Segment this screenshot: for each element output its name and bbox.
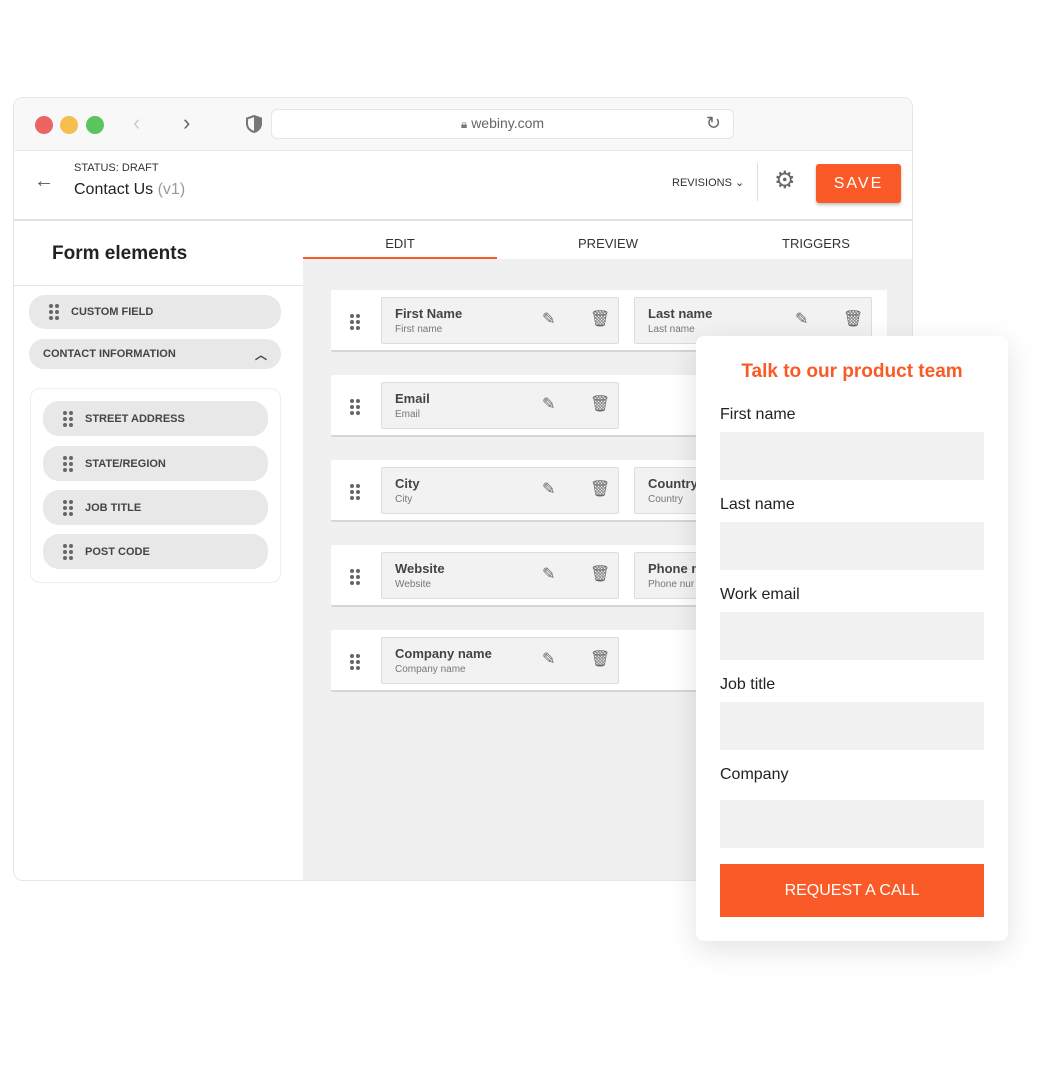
trash-icon[interactable]: 🗑︎ — [843, 309, 863, 329]
pencil-icon[interactable]: ✎ — [542, 564, 555, 584]
preview-field-label: Company — [720, 766, 789, 783]
preview-field-label: Work email — [720, 586, 800, 603]
version-label: (v1) — [157, 181, 186, 198]
preview-field-label: Last name — [720, 496, 795, 513]
page-title: Contact Us (v1) — [74, 181, 185, 199]
drag-handle-icon[interactable] — [350, 569, 360, 585]
gear-icon[interactable]: ⚙ — [774, 166, 796, 195]
field-placeholder: Company name — [395, 664, 466, 675]
preview-title: Talk to our product team — [741, 361, 963, 382]
revisions-label: REVISIONS — [672, 177, 732, 189]
drag-handle-icon[interactable] — [350, 484, 360, 500]
pencil-icon[interactable]: ✎ — [542, 394, 555, 414]
chevron-up-icon: ︿ — [254, 347, 267, 362]
field-label: Company name — [395, 646, 492, 661]
preview-field-label: Job title — [720, 676, 776, 693]
pencil-icon[interactable]: ✎ — [542, 479, 555, 499]
custom-field-item[interactable]: CUSTOM FIELD — [29, 295, 281, 329]
preview-field-label: First name — [720, 406, 796, 423]
preview-field-input[interactable] — [720, 522, 984, 570]
preview-field-input[interactable] — [720, 612, 984, 660]
field-placeholder: City — [395, 494, 413, 505]
item-label: POST CODE — [85, 545, 150, 558]
editor-header: ← STATUS: DRAFT Contact Us (v1) REVISION… — [14, 151, 912, 221]
field-placeholder: Email — [395, 409, 421, 420]
url-text: webiny.com — [471, 115, 545, 131]
contact-information-group[interactable]: CONTACT INFORMATION ︿ — [29, 339, 281, 369]
form-preview-card: Talk to our product team First name Last … — [696, 336, 1008, 941]
forward-nav-icon[interactable]: › — [183, 110, 190, 136]
form-elements-sidebar: Form elements CUSTOM FIELD CONTACT INFOR… — [14, 221, 303, 880]
shield-icon — [246, 115, 262, 133]
tab-triggers[interactable]: TRIGGERS — [719, 221, 912, 259]
revisions-dropdown[interactable]: REVISIONS ⌄ — [672, 176, 744, 189]
field-label: Last name — [648, 306, 713, 321]
status-label: STATUS: DRAFT — [74, 162, 159, 174]
field-label: First Name — [395, 306, 463, 321]
tab-bar: EDIT PREVIEW TRIGGERS — [303, 221, 912, 259]
drag-handle-icon[interactable] — [49, 304, 59, 320]
form-title: Contact Us — [74, 181, 154, 198]
field-label: Email — [395, 391, 430, 406]
contact-information-list: STREET ADDRESS STATE/REGION JOB TITLE PO… — [30, 388, 281, 583]
form-field[interactable]: Email Email ✎ 🗑︎ — [381, 382, 619, 429]
divider — [757, 163, 758, 201]
tab-edit[interactable]: EDIT — [303, 221, 497, 259]
chevron-down-icon: ⌄ — [734, 177, 745, 189]
save-button[interactable]: SAVE — [816, 164, 901, 203]
item-label: JOB TITLE — [85, 501, 142, 514]
drag-handle-icon[interactable] — [63, 455, 73, 472]
lock-icon: 🔒︎ — [460, 117, 468, 131]
sidebar-item-post-code[interactable]: POST CODE — [43, 534, 268, 569]
pencil-icon[interactable]: ✎ — [795, 309, 808, 329]
divider — [14, 285, 303, 286]
pencil-icon[interactable]: ✎ — [542, 649, 555, 669]
item-label: CUSTOM FIELD — [71, 306, 154, 318]
reload-icon[interactable]: ↻ — [706, 110, 721, 137]
field-placeholder: Website — [395, 579, 431, 590]
drag-handle-icon[interactable] — [350, 399, 360, 415]
drag-handle-icon[interactable] — [350, 314, 360, 330]
back-arrow-icon[interactable]: ← — [34, 170, 54, 193]
sidebar-item-state-region[interactable]: STATE/REGION — [43, 446, 268, 481]
field-placeholder: First name — [395, 324, 443, 335]
tab-preview[interactable]: PREVIEW — [511, 221, 705, 259]
browser-toolbar: ‹ › 🔒︎ webiny.com ↻ — [14, 98, 912, 151]
form-field[interactable]: City City ✎ 🗑︎ — [381, 467, 619, 514]
trash-icon[interactable]: 🗑︎ — [590, 394, 610, 414]
item-label: STREET ADDRESS — [85, 412, 185, 425]
address-bar[interactable]: 🔒︎ webiny.com ↻ — [271, 109, 734, 139]
group-label: CONTACT INFORMATION — [43, 348, 176, 360]
field-label: City — [395, 476, 420, 491]
request-call-button[interactable]: REQUEST A CALL — [720, 864, 984, 917]
trash-icon[interactable]: 🗑︎ — [590, 564, 610, 584]
drag-handle-icon[interactable] — [63, 410, 73, 427]
form-field[interactable]: First Name First name ✎ 🗑︎ — [381, 297, 619, 344]
maximize-window-button[interactable] — [86, 116, 104, 134]
field-placeholder: Last name — [648, 324, 695, 335]
sidebar-item-street-address[interactable]: STREET ADDRESS — [43, 401, 268, 436]
back-nav-icon[interactable]: ‹ — [133, 110, 140, 136]
trash-icon[interactable]: 🗑︎ — [590, 479, 610, 499]
drag-handle-icon[interactable] — [63, 543, 73, 560]
sidebar-title: Form elements — [52, 243, 188, 264]
pencil-icon[interactable]: ✎ — [542, 309, 555, 329]
minimize-window-button[interactable] — [60, 116, 78, 134]
preview-field-input[interactable] — [720, 702, 984, 750]
form-field[interactable]: Website Website ✎ 🗑︎ — [381, 552, 619, 599]
trash-icon[interactable]: 🗑︎ — [590, 309, 610, 329]
drag-handle-icon[interactable] — [350, 654, 360, 670]
close-window-button[interactable] — [35, 116, 53, 134]
sidebar-item-job-title[interactable]: JOB TITLE — [43, 490, 268, 525]
trash-icon[interactable]: 🗑︎ — [590, 649, 610, 669]
preview-field-input[interactable] — [720, 432, 984, 480]
field-label: Website — [395, 561, 445, 576]
drag-handle-icon[interactable] — [63, 499, 73, 516]
item-label: STATE/REGION — [85, 457, 166, 470]
preview-field-input[interactable] — [720, 800, 984, 848]
form-field[interactable]: Company name Company name ✎ 🗑︎ — [381, 637, 619, 684]
